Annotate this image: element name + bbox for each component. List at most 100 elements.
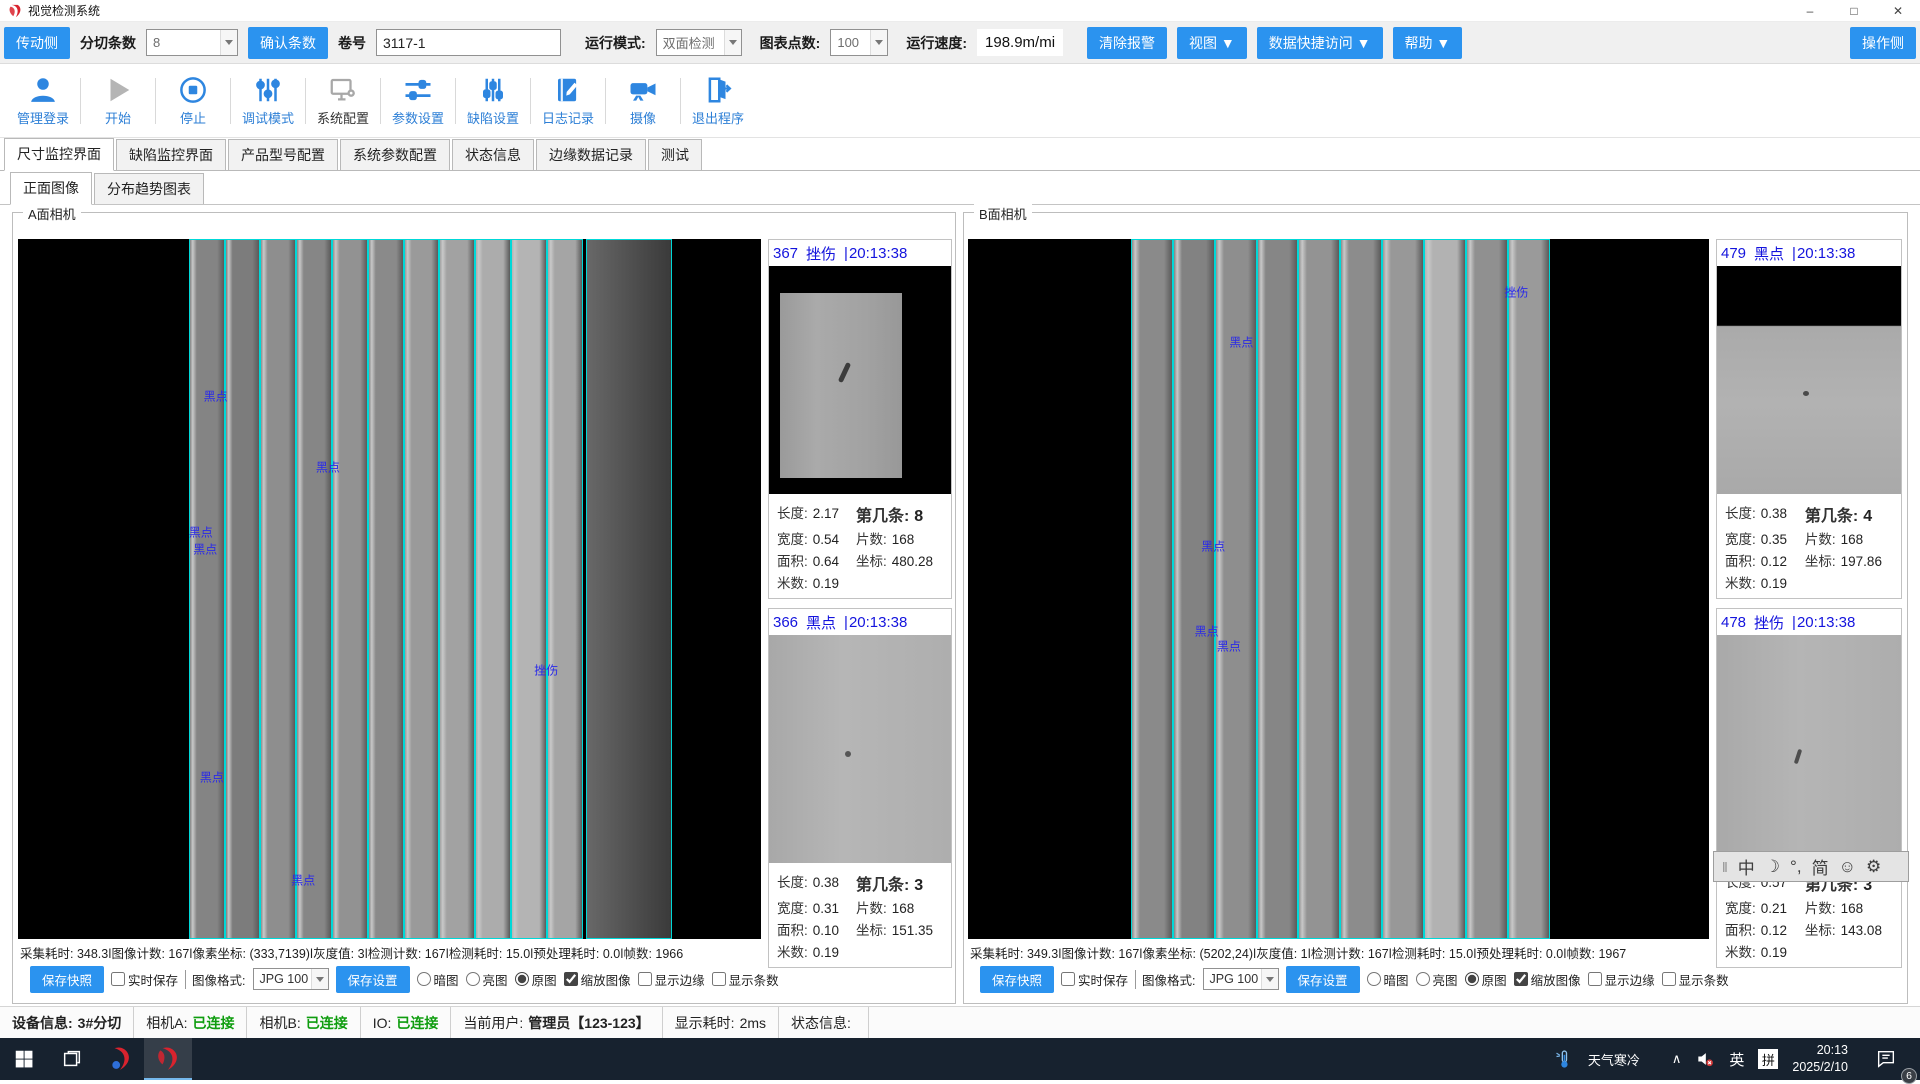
tab-2[interactable]: 产品型号配置 [228,139,338,170]
defect-card[interactable]: 366黑点20:13:38长度:0.38第几条:3宽度:0.31片数:168面积… [768,608,952,968]
save-settings-button[interactable]: 保存设置 [336,966,410,993]
defect-label[interactable]: 黑点 [200,769,224,786]
taskbar-app-icon-active[interactable] [144,1038,192,1080]
defect-label[interactable]: 黑点 [1229,333,1253,350]
chart-points-select[interactable]: 100 [830,29,888,56]
tab-5[interactable]: 边缘数据记录 [536,139,646,170]
save-snapshot-button[interactable]: 保存快照 [30,966,104,993]
display-option-checkbox-2[interactable]: 显示条数 [1662,970,1729,989]
checkbox-input[interactable] [564,972,578,986]
defect-thumbnail[interactable] [769,635,951,863]
defect-label[interactable]: 黑点 [1201,537,1225,554]
defect-label[interactable]: 挫伤 [534,661,558,678]
checkbox-input[interactable] [1662,972,1676,986]
confirm-strip-count-button[interactable]: 确认条数 [248,27,328,59]
defect-thumbnail[interactable] [1717,635,1901,863]
ime-item-3[interactable]: 简 [1812,854,1829,879]
ime-item-4[interactable]: ☺ [1839,857,1856,877]
toolbar-item-sliders-v[interactable]: 调试模式 [231,75,305,127]
defect-label[interactable]: 黑点 [204,387,228,404]
minimize-button[interactable]: – [1788,0,1832,22]
ime-indicator[interactable]: 拼 [1758,1049,1778,1069]
checkbox-input[interactable] [1514,972,1528,986]
checkbox-input[interactable] [712,972,726,986]
toolbar-item-sliders-v2[interactable]: 缺陷设置 [456,75,530,127]
display-option-checkbox-0[interactable]: 缩放图像 [564,970,631,989]
subtab-0[interactable]: 正面图像 [10,172,92,205]
run-mode-select[interactable]: 双面检测 [656,29,742,56]
ime-item-5[interactable]: ⚙ [1866,857,1881,877]
toolbar-item-log-book[interactable]: 日志记录 [531,75,605,127]
ime-item-2[interactable]: °, [1790,857,1802,877]
defect-label[interactable]: 黑点 [1195,623,1219,640]
realtime-save-checkbox[interactable]: 实时保存 [111,970,178,989]
tab-6[interactable]: 测试 [648,139,702,170]
tab-1[interactable]: 缺陷监控界面 [116,139,226,170]
image-format-select[interactable]: JPG 100 [253,968,329,990]
defect-thumbnail[interactable] [769,266,951,494]
image-mode-radio-2[interactable]: 原图 [515,970,557,989]
ime-grip[interactable]: ‖ [1722,859,1728,875]
toolbar-item-monitor-gear[interactable]: 系统配置 [306,75,380,127]
start-button[interactable] [0,1038,48,1080]
tab-0[interactable]: 尺寸监控界面 [4,138,114,171]
image-mode-radio-2[interactable]: 原图 [1465,970,1507,989]
radio-input[interactable] [1416,972,1430,986]
radio-input[interactable] [466,972,480,986]
data-quick-access-button[interactable]: 数据快捷访问 ▼ [1257,27,1383,59]
subtab-1[interactable]: 分布趋势图表 [94,173,204,204]
radio-input[interactable] [515,972,529,986]
help-menu-button[interactable]: 帮助 ▼ [1393,27,1463,59]
save-snapshot-button[interactable]: 保存快照 [980,966,1054,993]
clock[interactable]: 20:13 2025/2/10 [1792,1042,1848,1076]
display-option-checkbox-0[interactable]: 缩放图像 [1514,970,1581,989]
language-indicator[interactable]: 英 [1729,1049,1744,1070]
ime-item-0[interactable]: 中 [1738,854,1755,879]
speaker-muted-icon[interactable] [1695,1049,1715,1069]
checkbox-input[interactable] [1061,972,1075,986]
defect-card[interactable]: 479黑点20:13:38长度:0.38第几条:4宽度:0.35片数:168面积… [1716,239,1902,599]
camera-image-a[interactable]: 黑点黑点黑点黑点挫伤黑点黑点 [18,239,761,939]
display-option-checkbox-1[interactable]: 显示边缘 [1588,970,1655,989]
tab-4[interactable]: 状态信息 [452,139,534,170]
toolbar-item-exit-door[interactable]: 退出程序 [681,75,755,127]
defect-label[interactable]: 黑点 [189,524,213,541]
toolbar-item-play[interactable]: 开始 [81,75,155,127]
defect-thumbnail[interactable] [1717,266,1901,494]
camera-image-b[interactable]: 挫伤黑点黑点黑点黑点 [968,239,1709,939]
realtime-save-checkbox[interactable]: 实时保存 [1061,970,1128,989]
image-format-select[interactable]: JPG 100 [1203,968,1279,990]
weather-text[interactable]: 天气寒冷 [1588,1050,1640,1069]
maximize-button[interactable]: □ [1832,0,1876,22]
image-mode-radio-1[interactable]: 亮图 [466,970,508,989]
image-mode-radio-0[interactable]: 暗图 [417,970,459,989]
task-view-icon[interactable] [48,1038,96,1080]
close-button[interactable]: ✕ [1876,0,1920,22]
defect-card[interactable]: 478挫伤20:13:38长度:0.57第几条:3宽度:0.21片数:168面积… [1716,608,1902,968]
drive-side-button[interactable]: 传动侧 [4,27,70,59]
roll-number-input[interactable] [376,29,561,56]
toolbar-item-user[interactable]: 管理登录 [6,75,80,127]
display-option-checkbox-2[interactable]: 显示条数 [712,970,779,989]
notification-center-icon[interactable]: 6 [1862,1038,1910,1080]
defect-label[interactable]: 黑点 [291,872,315,889]
image-mode-radio-1[interactable]: 亮图 [1416,970,1458,989]
defect-label[interactable]: 黑点 [316,459,340,476]
display-option-checkbox-1[interactable]: 显示边缘 [638,970,705,989]
view-menu-button[interactable]: 视图 ▼ [1177,27,1247,59]
toolbar-item-camera[interactable]: 摄像 [606,75,680,127]
clear-alarm-button[interactable]: 清除报警 [1087,27,1167,59]
checkbox-input[interactable] [638,972,652,986]
checkbox-input[interactable] [1588,972,1602,986]
toolbar-item-sliders-h[interactable]: 参数设置 [381,75,455,127]
radio-input[interactable] [1367,972,1381,986]
ime-item-1[interactable]: ☽ [1765,857,1780,877]
operate-side-button[interactable]: 操作侧 [1850,27,1916,59]
defect-label[interactable]: 黑点 [1217,637,1241,654]
strip-count-select[interactable]: 8 [146,29,238,56]
radio-input[interactable] [1465,972,1479,986]
defect-card[interactable]: 367挫伤20:13:38长度:2.17第几条:8宽度:0.54片数:168面积… [768,239,952,599]
tab-3[interactable]: 系统参数配置 [340,139,450,170]
radio-input[interactable] [417,972,431,986]
image-mode-radio-0[interactable]: 暗图 [1367,970,1409,989]
